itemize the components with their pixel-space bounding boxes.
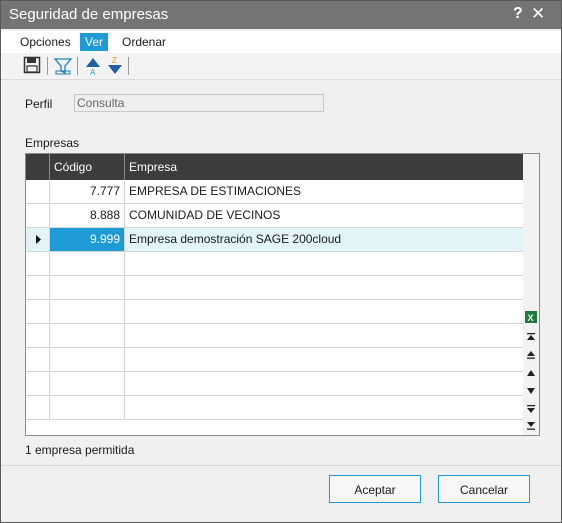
empty-cell xyxy=(125,276,523,299)
first-page-icon[interactable] xyxy=(523,331,539,347)
menu-bar: Opciones Ver Ordenar xyxy=(1,31,561,53)
empty-cell xyxy=(125,324,523,347)
empty-row xyxy=(26,396,523,420)
dialog-window: Seguridad de empresas ? ✕ Opciones Ver O… xyxy=(0,0,562,523)
perfil-label: Perfil xyxy=(25,97,53,111)
toolbar-separator xyxy=(77,57,78,75)
window-title: Seguridad de empresas xyxy=(9,6,169,23)
cell-empresa: COMUNIDAD DE VECINOS xyxy=(129,208,281,222)
table-row[interactable]: 7.777 EMPRESA DE ESTIMACIONES xyxy=(26,180,523,204)
empty-row xyxy=(26,276,523,300)
empty-row xyxy=(26,372,523,396)
current-row-arrow-icon xyxy=(36,235,41,244)
empty-cell xyxy=(26,300,50,323)
cancel-button[interactable]: Cancelar xyxy=(438,475,530,503)
accept-button[interactable]: Aceptar xyxy=(329,475,421,503)
filter-icon[interactable] xyxy=(53,56,73,76)
empty-row xyxy=(26,300,523,324)
last-page-icon[interactable] xyxy=(523,420,539,435)
save-icon[interactable] xyxy=(23,56,43,76)
row-indicator xyxy=(26,204,50,227)
empty-cell xyxy=(26,252,50,275)
table-row-selected[interactable]: 9.999 Empresa demostración SAGE 200cloud xyxy=(26,228,523,252)
empty-cell xyxy=(26,396,50,419)
table-row[interactable]: 8.888 COMUNIDAD DE VECINOS xyxy=(26,204,523,228)
row-down-icon[interactable] xyxy=(523,385,539,401)
sort-ascending-icon[interactable]: A xyxy=(83,56,103,77)
toolbar-separator xyxy=(128,57,129,75)
svg-text:A: A xyxy=(90,68,96,76)
empty-cell xyxy=(50,252,125,275)
empty-cell xyxy=(26,372,50,395)
svg-text:X: X xyxy=(528,313,534,323)
empty-cell xyxy=(26,348,50,371)
help-icon[interactable]: ? xyxy=(513,5,523,23)
grid-side-panel: X xyxy=(523,154,539,435)
empty-cell xyxy=(125,300,523,323)
empty-cell xyxy=(50,300,125,323)
status-text: 1 empresa permitida xyxy=(25,443,135,457)
row-indicator xyxy=(26,180,50,203)
toolbar: A Z xyxy=(1,53,561,80)
cell-empresa: EMPRESA DE ESTIMACIONES xyxy=(129,184,302,198)
header-empresa[interactable]: Empresa xyxy=(125,154,523,180)
cell-codigo: 9.999 xyxy=(50,228,125,251)
menu-ver[interactable]: Ver xyxy=(80,33,109,51)
empresas-grid[interactable]: Código Empresa 7.777 EMPRESA DE ESTIMACI… xyxy=(25,153,540,436)
empty-row xyxy=(26,324,523,348)
page-down-icon[interactable] xyxy=(523,403,539,419)
empty-cell xyxy=(50,324,125,347)
empty-cell xyxy=(125,396,523,419)
empty-cell xyxy=(26,324,50,347)
empty-cell xyxy=(50,396,125,419)
empty-cell xyxy=(26,276,50,299)
page-up-icon[interactable] xyxy=(523,349,539,365)
excel-icon[interactable]: X xyxy=(523,310,539,326)
svg-text:Z: Z xyxy=(112,56,117,65)
sort-descending-icon[interactable]: Z xyxy=(105,56,125,76)
empty-row xyxy=(26,252,523,276)
perfil-field: Consulta xyxy=(74,94,324,112)
toolbar-separator xyxy=(47,57,48,75)
header-codigo[interactable]: Código xyxy=(50,154,125,180)
cell-codigo: 7.777 xyxy=(50,180,125,203)
empty-row xyxy=(26,348,523,372)
row-up-icon[interactable] xyxy=(523,367,539,383)
row-indicator xyxy=(26,228,50,251)
empresas-label: Empresas xyxy=(25,136,80,150)
empty-cell xyxy=(125,372,523,395)
title-bar: Seguridad de empresas ? ✕ xyxy=(1,1,561,29)
footer-divider xyxy=(1,465,561,466)
empty-cell xyxy=(50,372,125,395)
menu-ordenar[interactable]: Ordenar xyxy=(117,33,171,51)
cell-empresa: Empresa demostración SAGE 200cloud xyxy=(129,232,342,246)
empty-cell xyxy=(125,252,523,275)
grid-header: Código Empresa xyxy=(26,154,523,180)
close-icon[interactable]: ✕ xyxy=(531,4,545,24)
empty-cell xyxy=(125,348,523,371)
header-indicator xyxy=(26,154,50,180)
empty-cell xyxy=(50,348,125,371)
cell-codigo: 8.888 xyxy=(50,204,125,227)
menu-opciones[interactable]: Opciones xyxy=(15,33,76,51)
empty-cell xyxy=(50,276,125,299)
